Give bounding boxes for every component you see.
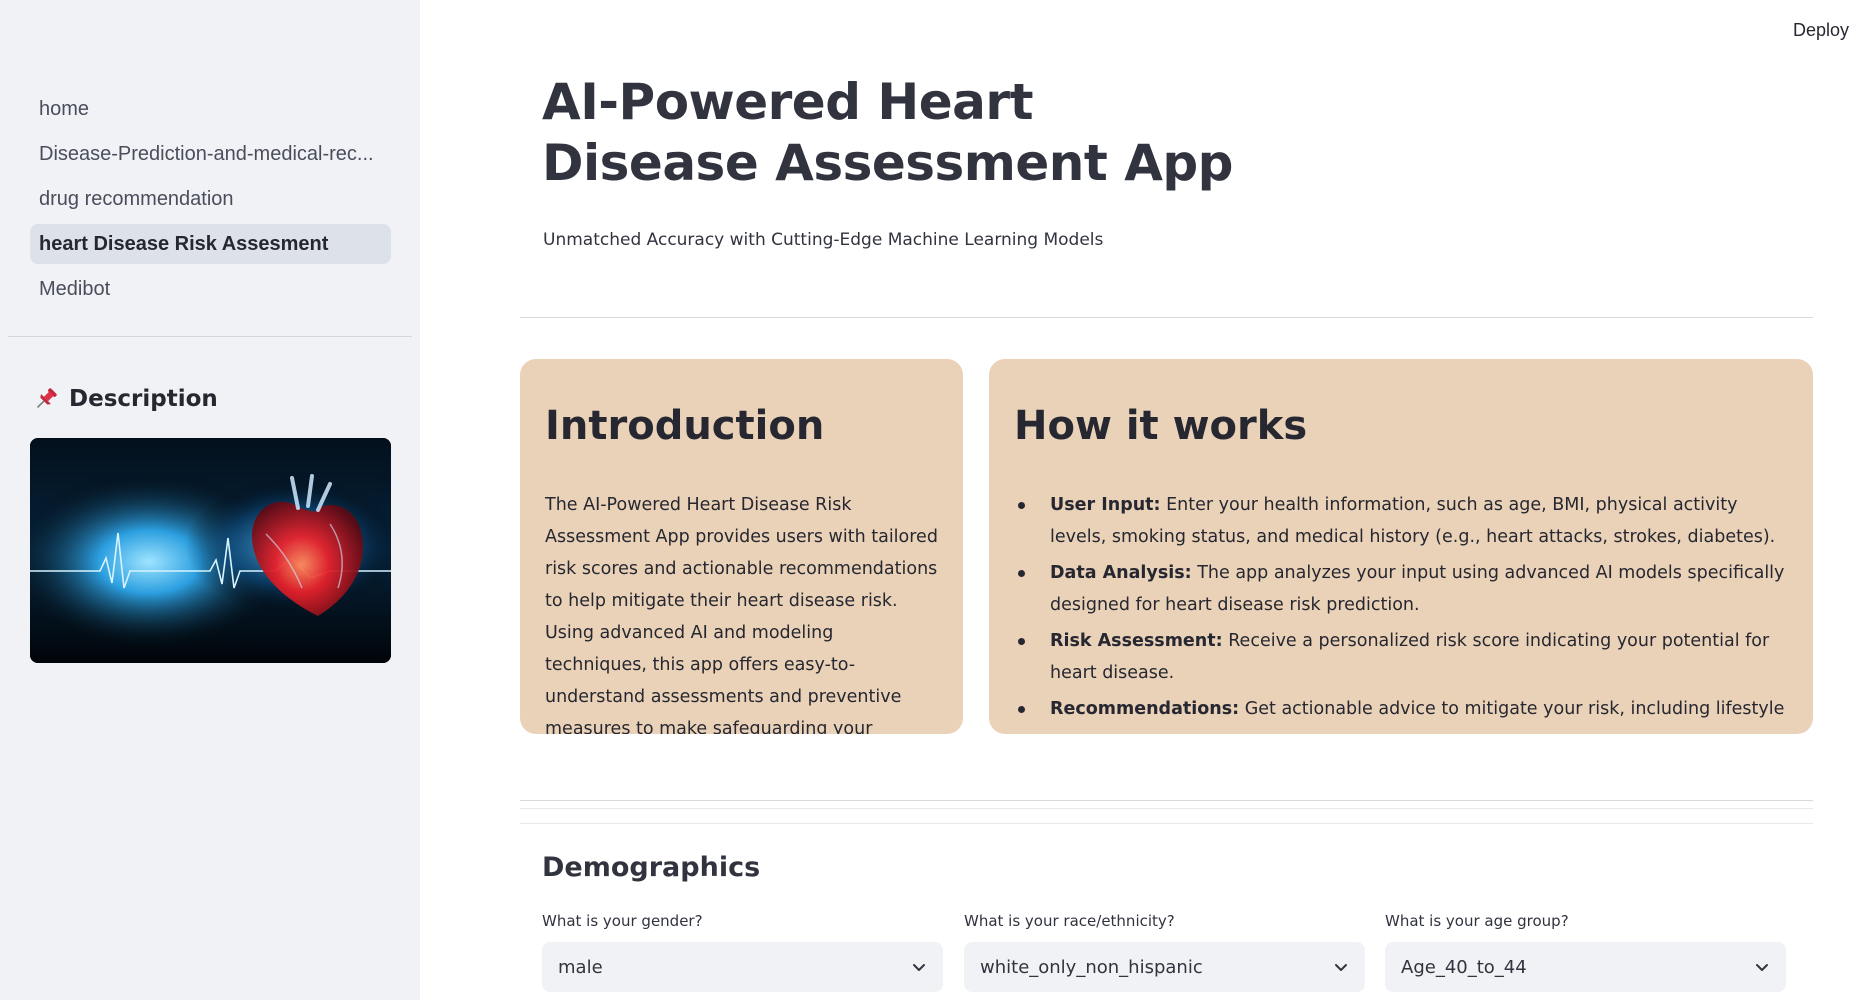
description-heading-text: Description: [69, 386, 218, 412]
introduction-text: The AI-Powered Heart Disease Risk Assess…: [545, 495, 938, 734]
how-it-works-heading: How it works: [1014, 403, 1308, 449]
divider: [520, 808, 1813, 809]
list-item-term: Recommendations:: [1050, 699, 1240, 719]
list-item-text: Get actionable advice to mitigate your r…: [1239, 699, 1785, 719]
age-group-select[interactable]: Age_40_to_44: [1385, 942, 1786, 992]
pushpin-icon: [36, 388, 57, 409]
race-field: What is your race/ethnicity? white_only_…: [964, 912, 1365, 992]
introduction-heading: Introduction: [545, 403, 825, 449]
list-item-term: User Input:: [1050, 495, 1161, 515]
gender-field: What is your gender? male: [542, 912, 943, 992]
how-it-works-card: How it works User Input: Enter your heal…: [989, 359, 1813, 734]
race-select-value: white_only_non_hispanic: [980, 956, 1203, 978]
list-item-term: Data Analysis:: [1050, 563, 1192, 583]
page-title: AI-Powered Heart Disease Assessment App: [542, 73, 1233, 192]
age-group-label: What is your age group?: [1385, 912, 1569, 930]
list-item-term: Risk Assessment:: [1050, 631, 1223, 651]
age-group-select-value: Age_40_to_44: [1401, 956, 1527, 978]
demographics-heading: Demographics: [542, 852, 761, 883]
sidebar-item-home[interactable]: home: [30, 89, 391, 129]
divider: [520, 317, 1813, 318]
sidebar-item-medibot[interactable]: Medibot: [30, 269, 391, 309]
gender-select-value: male: [558, 956, 603, 978]
sidebar-item-heart-disease-risk[interactable]: heart Disease Risk Assesment: [30, 224, 391, 264]
sidebar-item-disease-prediction[interactable]: Disease-Prediction-and-medical-rec...: [30, 134, 391, 174]
list-item: Risk Assessment: Receive a personalized …: [1014, 625, 1788, 689]
chevron-down-icon: [913, 964, 925, 971]
list-item: User Input: Enter your health informatio…: [1014, 489, 1788, 553]
how-it-works-list: User Input: Enter your health informatio…: [1014, 489, 1788, 725]
race-select[interactable]: white_only_non_hispanic: [964, 942, 1365, 992]
race-label: What is your race/ethnicity?: [964, 912, 1175, 930]
list-item: Data Analysis: The app analyzes your inp…: [1014, 557, 1788, 621]
page-subtitle: Unmatched Accuracy with Cutting-Edge Mac…: [543, 230, 1104, 250]
age-group-field: What is your age group? Age_40_to_44: [1385, 912, 1786, 992]
heart-ecg-image: [30, 438, 391, 663]
deploy-button[interactable]: Deploy: [1793, 20, 1849, 41]
sidebar-divider: [8, 336, 412, 337]
chevron-down-icon: [1335, 964, 1347, 971]
divider: [520, 823, 1813, 824]
gender-select[interactable]: male: [542, 942, 943, 992]
divider: [520, 800, 1813, 801]
sidebar-item-drug-recommendation[interactable]: drug recommendation: [30, 179, 391, 219]
description-heading: Description: [33, 386, 218, 412]
gender-label: What is your gender?: [542, 912, 703, 930]
introduction-card: Introduction The AI-Powered Heart Diseas…: [520, 359, 963, 734]
sidebar-nav: home Disease-Prediction-and-medical-rec.…: [30, 89, 391, 314]
list-item: Recommendations: Get actionable advice t…: [1014, 693, 1788, 725]
sidebar: home Disease-Prediction-and-medical-rec.…: [0, 0, 420, 1000]
chevron-down-icon: [1756, 964, 1768, 971]
heart-illustration: [30, 438, 391, 663]
